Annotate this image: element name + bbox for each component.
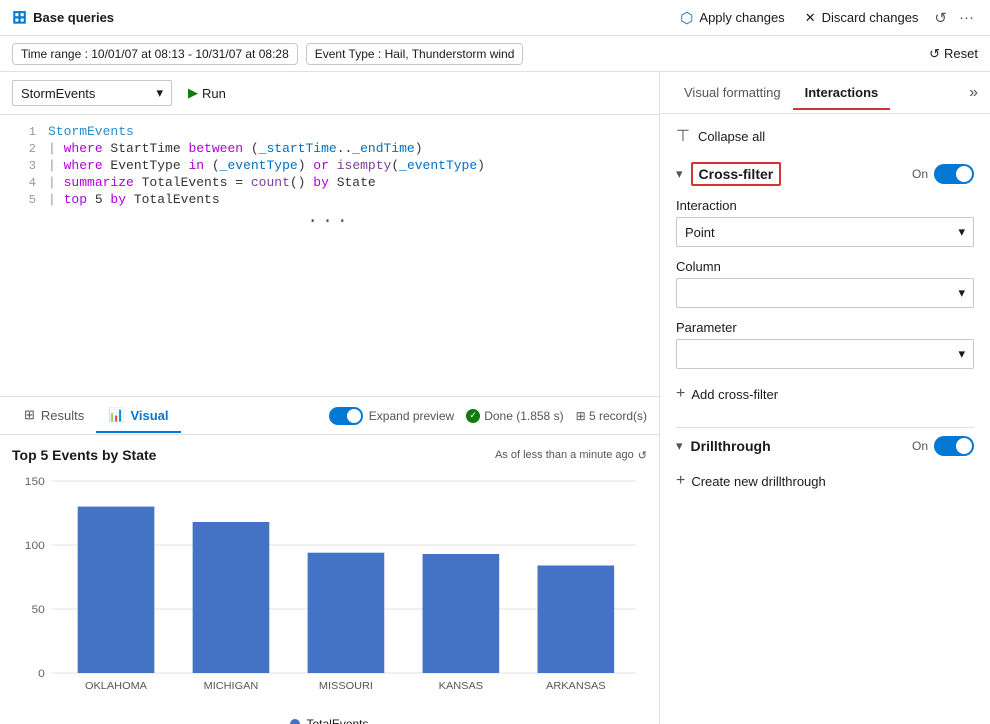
column-field: Column ▾: [676, 259, 974, 308]
svg-text:100: 100: [25, 540, 45, 551]
top-bar: ⊞ Base queries ⬡ Apply changes ✕ Discard…: [0, 0, 990, 36]
chevron-down-icon[interactable]: ▾: [676, 166, 683, 182]
parameter-dropdown[interactable]: ▾: [676, 339, 974, 369]
chevron-down-icon[interactable]: ▾: [676, 438, 683, 454]
tab-results[interactable]: ⊞ Results: [12, 399, 96, 433]
code-line-5: 5 | top 5 by TotalEvents: [0, 191, 659, 208]
done-icon: ✓: [466, 409, 480, 423]
expand-right-panel-button[interactable]: »: [969, 84, 978, 102]
drillthrough-toggle-group: On: [912, 436, 974, 456]
done-badge: ✓ Done (1.858 s): [466, 409, 563, 423]
code-more: ···: [0, 208, 659, 236]
table-icon: ⊞: [24, 407, 35, 423]
chart-area: Top 5 Events by State As of less than a …: [0, 435, 659, 724]
reset-icon: ↺: [929, 46, 940, 62]
chart-container: 150 100 50 0 OKLAHOMA MICHIGAN: [12, 471, 647, 711]
code-editor[interactable]: 1 StormEvents 2 | where StartTime betwee…: [0, 115, 659, 397]
chevron-down-icon: ▾: [958, 346, 965, 362]
chevron-down-icon: ▾: [156, 85, 163, 101]
right-panel: Visual formatting Interactions » ⊤ Colla…: [660, 72, 990, 724]
records-count: ⊞ 5 record(s): [576, 409, 647, 423]
bar-chart: 150 100 50 0 OKLAHOMA MICHIGAN: [12, 471, 647, 711]
chevron-down-icon: ▾: [958, 224, 965, 240]
svg-text:150: 150: [25, 476, 45, 487]
parameter-field: Parameter ▾: [676, 320, 974, 369]
refresh-icon[interactable]: ↺: [638, 449, 647, 462]
code-line-2: 2 | where StartTime between (_startTime.…: [0, 140, 659, 157]
refresh-button[interactable]: ↺: [930, 5, 951, 31]
run-button[interactable]: ▶ Run: [180, 81, 234, 105]
reset-button[interactable]: ↺ Reset: [929, 46, 978, 62]
drillthrough-toggle[interactable]: [934, 436, 974, 456]
add-cross-filter-button[interactable]: + Add cross-filter: [676, 381, 778, 407]
cross-filter-toggle[interactable]: [934, 164, 974, 184]
collapse-icon: ⊤: [676, 126, 690, 146]
collapse-all-button[interactable]: ⊤ Collapse all: [676, 126, 974, 146]
code-line-1: 1 StormEvents: [0, 123, 659, 140]
svg-text:MISSOURI: MISSOURI: [319, 681, 373, 691]
interaction-field: Interaction Point ▾: [676, 198, 974, 247]
cross-filter-toggle-group: On: [912, 164, 974, 184]
table-selector[interactable]: StormEvents ▾: [12, 80, 172, 106]
right-tabs: Visual formatting Interactions »: [660, 72, 990, 114]
tab-visual[interactable]: 📊 Visual: [96, 399, 180, 433]
more-options-button[interactable]: ···: [955, 5, 978, 30]
legend-dot: [290, 719, 300, 724]
apply-changes-button[interactable]: ⬡ Apply changes: [672, 5, 792, 31]
chart-legend: TotalEvents: [12, 717, 647, 724]
cross-filter-title: Cross-filter: [691, 162, 782, 186]
right-content: ⊤ Collapse all ▾ Cross-filter On: [660, 114, 990, 724]
svg-text:KANSAS: KANSAS: [439, 681, 483, 691]
plus-icon: +: [676, 472, 685, 490]
cross-filter-header: ▾ Cross-filter On: [676, 162, 974, 186]
svg-text:50: 50: [31, 604, 44, 615]
apply-icon: ⬡: [680, 9, 693, 27]
chart-title: Top 5 Events by State: [12, 447, 156, 463]
chart-timestamp: As of less than a minute ago ↺: [495, 449, 647, 462]
query-toolbar: StormEvents ▾ ▶ Run: [0, 72, 659, 115]
code-line-3: 3 | where EventType in (_eventType) or i…: [0, 157, 659, 174]
code-line-4: 4 | summarize TotalEvents = count() by S…: [0, 174, 659, 191]
time-range-filter[interactable]: Time range : 10/01/07 at 08:13 - 10/31/0…: [12, 43, 298, 65]
close-icon: ✕: [805, 10, 816, 26]
create-drillthrough-button[interactable]: + Create new drillthrough: [676, 468, 826, 494]
app-icon: ⊞: [12, 7, 27, 28]
app-title: Base queries: [33, 10, 114, 25]
tab-visual-formatting[interactable]: Visual formatting: [672, 77, 793, 110]
left-panel: StormEvents ▾ ▶ Run 1 StormEvents 2 | wh…: [0, 72, 660, 724]
drillthrough-header: ▾ Drillthrough On: [676, 427, 974, 456]
app-title-area: ⊞ Base queries: [12, 7, 660, 28]
svg-text:OKLAHOMA: OKLAHOMA: [85, 681, 147, 691]
main-content: StormEvents ▾ ▶ Run 1 StormEvents 2 | wh…: [0, 72, 990, 724]
event-type-filter[interactable]: Event Type : Hail, Thunderstorm wind: [306, 43, 524, 65]
interaction-dropdown[interactable]: Point ▾: [676, 217, 974, 247]
discard-changes-button[interactable]: ✕ Discard changes: [797, 6, 927, 30]
expand-preview-toggle[interactable]: Expand preview: [329, 407, 454, 425]
svg-text:0: 0: [38, 668, 45, 679]
chart-title-row: Top 5 Events by State As of less than a …: [12, 447, 647, 463]
top-bar-actions: ⬡ Apply changes ✕ Discard changes ↺ ···: [672, 5, 978, 31]
plus-icon: +: [676, 385, 685, 403]
chart-icon: 📊: [108, 407, 124, 423]
table-icon-small: ⊞: [576, 409, 586, 423]
cross-filter-section: ▾ Cross-filter On Interaction: [676, 162, 974, 407]
svg-text:MICHIGAN: MICHIGAN: [204, 681, 259, 691]
column-dropdown[interactable]: ▾: [676, 278, 974, 308]
play-icon: ▶: [188, 85, 198, 101]
tab-status: Expand preview ✓ Done (1.858 s) ⊞ 5 reco…: [329, 407, 647, 425]
drillthrough-section: ▾ Drillthrough On + Create new drillthro…: [676, 427, 974, 494]
tabs-bar: ⊞ Results 📊 Visual Expand preview ✓ Done…: [0, 397, 659, 435]
chevron-down-icon: ▾: [958, 285, 965, 301]
tab-interactions[interactable]: Interactions: [793, 77, 891, 110]
svg-text:ARKANSAS: ARKANSAS: [546, 681, 606, 691]
filter-bar: Time range : 10/01/07 at 08:13 - 10/31/0…: [0, 36, 990, 72]
